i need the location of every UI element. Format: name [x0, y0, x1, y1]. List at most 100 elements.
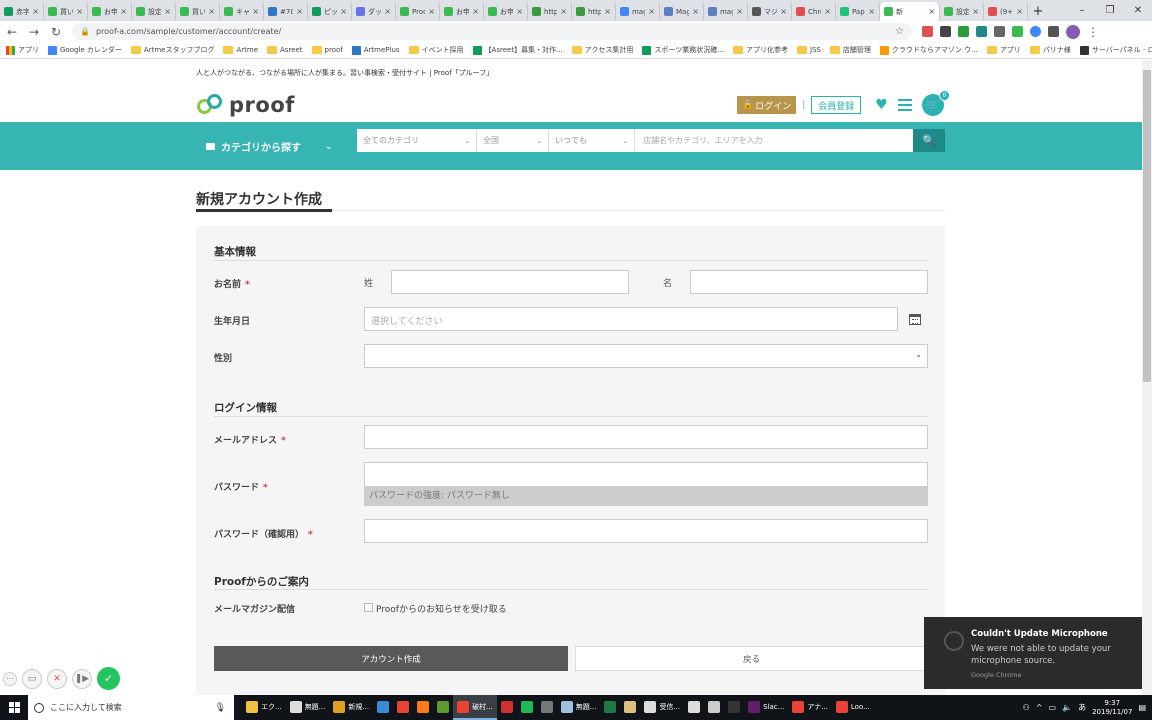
back-button[interactable]: 戻る	[575, 646, 928, 671]
extension-icon[interactable]	[940, 26, 951, 37]
tab-close-icon[interactable]: ×	[560, 7, 567, 16]
forward-arrow-icon[interactable]: →	[28, 25, 40, 39]
bookmark-item[interactable]: スポーツ業務状況確...	[642, 45, 724, 55]
bookmark-item[interactable]: イベント採用	[408, 45, 464, 55]
page-scrollbar[interactable]	[1142, 60, 1152, 695]
bookmark-item[interactable]: JSS	[796, 46, 821, 54]
taskbar-search-input[interactable]: ここに入力して検索 🎙	[28, 695, 234, 720]
bookmark-item[interactable]: アプリ	[986, 45, 1021, 55]
search-button[interactable]: 🔍	[913, 129, 945, 152]
people-icon[interactable]: ⚇	[1023, 703, 1030, 712]
bookmark-item[interactable]: アプリ化参考	[732, 45, 788, 55]
tab-close-icon[interactable]: ×	[32, 7, 39, 16]
newsletter-checkbox[interactable]	[364, 603, 373, 612]
tab-close-icon[interactable]: ×	[208, 7, 215, 16]
gender-select[interactable]: ⌄	[364, 344, 928, 368]
restore-button[interactable]: ❐	[1096, 0, 1124, 21]
tab-close-icon[interactable]: ×	[340, 7, 347, 16]
taskbar-app[interactable]	[620, 695, 640, 720]
extension-icon[interactable]	[958, 26, 969, 37]
bookmark-item[interactable]: アクセス集計用	[571, 45, 633, 55]
close-icon[interactable]: ✕	[47, 668, 67, 689]
tab-close-icon[interactable]: ×	[868, 7, 875, 16]
tab-close-icon[interactable]: ×	[472, 7, 479, 16]
browser-tab[interactable]: 買い手×	[44, 2, 88, 21]
bookmark-star-icon[interactable]: ☆	[895, 26, 904, 37]
keyword-search-input[interactable]: 店舗名やカテゴリ、エリアを入力	[635, 135, 913, 146]
create-account-button[interactable]: アカウント作成	[214, 646, 568, 671]
browser-tab[interactable]: mage×	[616, 2, 660, 21]
tab-close-icon[interactable]: ×	[824, 7, 831, 16]
tab-close-icon[interactable]: ×	[604, 7, 611, 16]
login-button[interactable]: 🔒 ログイン	[737, 96, 797, 114]
screen-record-icon[interactable]: ▭	[22, 668, 42, 689]
taskbar-app[interactable]: 無題...	[557, 695, 601, 720]
taskbar-app[interactable]	[684, 695, 704, 720]
taskbar-app[interactable]: 破村...	[453, 695, 497, 720]
ime-icon[interactable]: あ	[1078, 702, 1086, 713]
site-logo[interactable]: proof	[197, 93, 295, 117]
scrollbar-thumb[interactable]	[1143, 70, 1151, 382]
tab-close-icon[interactable]: ×	[76, 7, 83, 16]
tab-close-icon[interactable]: ×	[428, 7, 435, 16]
clock[interactable]: 9:37 2019/11/07	[1092, 699, 1132, 717]
favorite-heart-icon[interactable]: ♥	[875, 97, 888, 113]
browser-tab[interactable]: お申し×	[88, 2, 132, 21]
cart-button[interactable]: 🛒 0	[921, 90, 950, 116]
chevron-up-icon[interactable]: ^	[1036, 703, 1043, 712]
taskbar-app[interactable]: エク...	[242, 695, 286, 720]
browser-tab[interactable]: お申し×	[484, 2, 528, 21]
bookmark-item[interactable]: Artmeスタッフブログ	[130, 45, 214, 55]
taskbar-app[interactable]: アナ...	[788, 695, 832, 720]
taskbar-app[interactable]	[537, 695, 557, 720]
notification-toast[interactable]: Couldn't Update Microphone We were not a…	[924, 617, 1142, 689]
more-dots-icon[interactable]: ⋯	[3, 671, 17, 686]
tab-close-icon[interactable]: ×	[1016, 7, 1023, 16]
taskbar-app[interactable]	[517, 695, 537, 720]
browser-tab[interactable]: https×	[572, 2, 616, 21]
browser-tab[interactable]: 買い手×	[176, 2, 220, 21]
reload-icon[interactable]: ↻	[50, 25, 62, 39]
last-name-input[interactable]	[391, 270, 629, 294]
browser-tab[interactable]: (9+)×	[984, 2, 1028, 21]
browser-tab[interactable]: #707×	[264, 2, 308, 21]
bookmark-item[interactable]: パリナ様	[1029, 45, 1071, 55]
time-select[interactable]: いつでも ⌄	[549, 129, 635, 152]
birthday-input[interactable]: 選択してください	[364, 307, 898, 331]
browser-tab[interactable]: ピック×	[308, 2, 352, 21]
browser-tab[interactable]: マジェ×	[748, 2, 792, 21]
new-tab-button[interactable]: +	[1028, 2, 1048, 21]
volume-icon[interactable]: 🔈	[1062, 703, 1072, 712]
browser-tab[interactable]: お申し×	[440, 2, 484, 21]
tab-close-icon[interactable]: ×	[648, 7, 655, 16]
tab-close-icon[interactable]: ×	[120, 7, 127, 16]
browser-tab[interactable]: mage×	[704, 2, 748, 21]
extension-icon[interactable]	[1030, 26, 1041, 37]
password-field[interactable]	[364, 462, 928, 487]
check-icon[interactable]: ✓	[97, 667, 120, 690]
first-name-input[interactable]	[690, 270, 928, 294]
extension-icon[interactable]	[1048, 26, 1059, 37]
taskbar-app[interactable]	[724, 695, 744, 720]
taskbar-app[interactable]	[600, 695, 620, 720]
extension-icon[interactable]	[922, 26, 933, 37]
taskbar-app[interactable]: Loo...	[832, 695, 874, 720]
profile-avatar[interactable]	[1066, 24, 1080, 39]
minimize-button[interactable]: –	[1068, 0, 1096, 21]
bookmark-item[interactable]: Google カレンダー	[48, 45, 122, 55]
register-button[interactable]: 会員登録	[811, 96, 862, 114]
taskbar-app[interactable]	[497, 695, 517, 720]
taskbar-app[interactable]	[373, 695, 393, 720]
microphone-icon[interactable]: 🎙	[215, 703, 226, 713]
taskbar-app[interactable]: 受信...	[640, 695, 684, 720]
browser-tab[interactable]: Papag×	[836, 2, 880, 21]
extension-icon[interactable]	[976, 26, 987, 37]
notification-center-icon[interactable]: ▤	[1138, 703, 1146, 712]
url-input[interactable]: 🔒 proof-a.com/sample/customer/account/cr…	[72, 23, 912, 40]
bookmark-item[interactable]: Asreet	[267, 46, 303, 54]
taskbar-app[interactable]	[433, 695, 453, 720]
newsletter-checkbox-label[interactable]: Proofからのお知らせを受け取る	[376, 602, 507, 615]
extension-icon[interactable]	[1012, 26, 1023, 37]
browser-tab[interactable]: ダッシ×	[352, 2, 396, 21]
category-select[interactable]: 全てのカテゴリ ⌄	[357, 129, 477, 152]
